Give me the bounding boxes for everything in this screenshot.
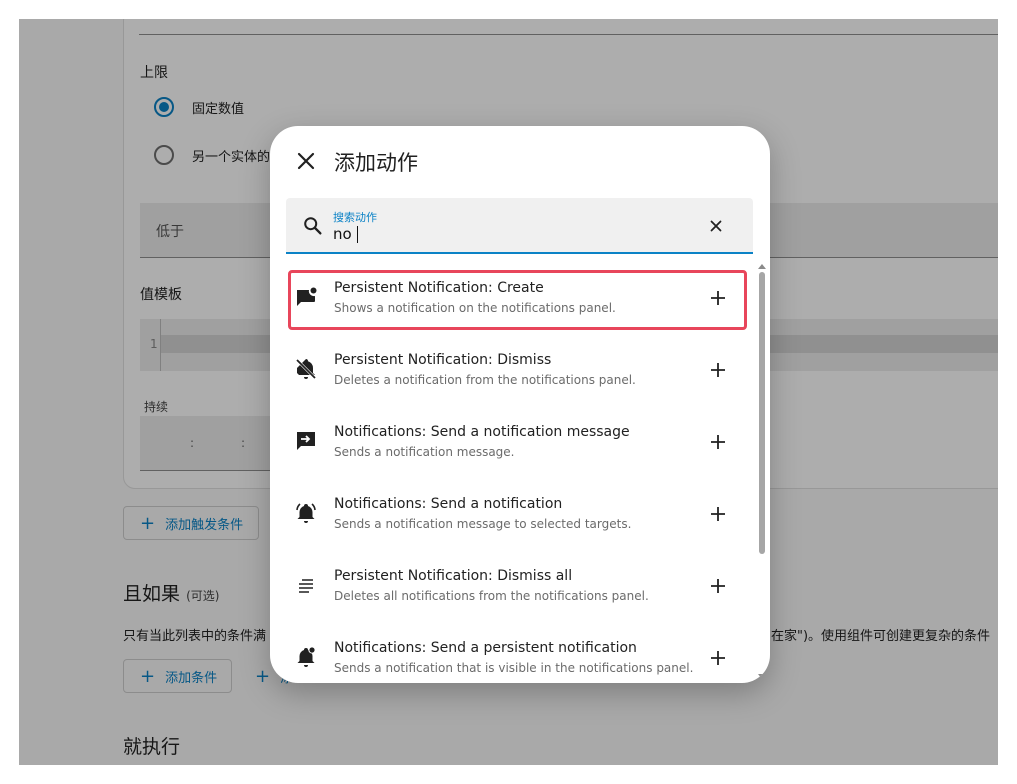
action-title: Notifications: Send a notification [334, 496, 563, 512]
action-title: Notifications: Send a notification messa… [334, 424, 630, 440]
action-description: Sends a notification message to selected… [334, 517, 632, 531]
scroll-up-arrow[interactable] [758, 264, 766, 269]
plus-icon[interactable] [708, 576, 728, 596]
dialog-header: 添加动作 [270, 126, 770, 196]
plus-icon[interactable] [708, 432, 728, 452]
text-caret [357, 226, 358, 243]
dialog-title: 添加动作 [334, 151, 418, 175]
scroll-down-arrow[interactable] [758, 674, 766, 679]
scrollbar-thumb[interactable] [759, 272, 765, 554]
scrollbar[interactable] [757, 264, 767, 679]
action-description: Sends a notification message. [334, 445, 515, 459]
action-title: Notifications: Send a persistent notific… [334, 640, 637, 656]
highlight-box [288, 270, 747, 330]
search-field[interactable]: 搜索动作 [286, 198, 753, 254]
bell-badge-icon [297, 646, 316, 667]
notes-lines-icon [299, 579, 313, 593]
action-list: Persistent Notification: Create Shows a … [270, 267, 755, 683]
close-icon[interactable] [294, 149, 318, 173]
bell-ring-icon [296, 503, 316, 523]
message-arrow-icon [297, 432, 315, 450]
list-item[interactable]: Notifications: Send a persistent notific… [270, 627, 755, 683]
list-item[interactable]: Persistent Notification: Create Shows a … [270, 267, 755, 339]
app-frame: 上限 固定数值 另一个实体的数 低于 值模板 1 持续 : : + 添加触发条件… [19, 19, 998, 765]
search-input[interactable] [333, 224, 693, 244]
list-item[interactable]: Persistent Notification: Dismiss Deletes… [270, 339, 755, 411]
bell-off-icon [295, 358, 317, 380]
action-description: Deletes all notifications from the notif… [334, 589, 649, 603]
list-item[interactable]: Notifications: Send a notification Sends… [270, 483, 755, 555]
add-action-dialog: 添加动作 搜索动作 Persistent Notification: Creat… [270, 126, 770, 683]
plus-icon[interactable] [708, 504, 728, 524]
action-title: Persistent Notification: Dismiss [334, 352, 552, 368]
action-title: Persistent Notification: Dismiss all [334, 568, 573, 584]
list-item[interactable]: Persistent Notification: Dismiss all Del… [270, 555, 755, 627]
action-description: Deletes a notification from the notifica… [334, 373, 636, 387]
search-label: 搜索动作 [333, 211, 377, 224]
plus-icon[interactable] [708, 648, 728, 668]
action-description: Sends a notification that is visible in … [334, 661, 694, 675]
magnify-icon [304, 217, 322, 235]
list-item[interactable]: Notifications: Send a notification messa… [270, 411, 755, 483]
clear-search-icon[interactable] [707, 217, 725, 235]
plus-icon[interactable] [708, 360, 728, 380]
